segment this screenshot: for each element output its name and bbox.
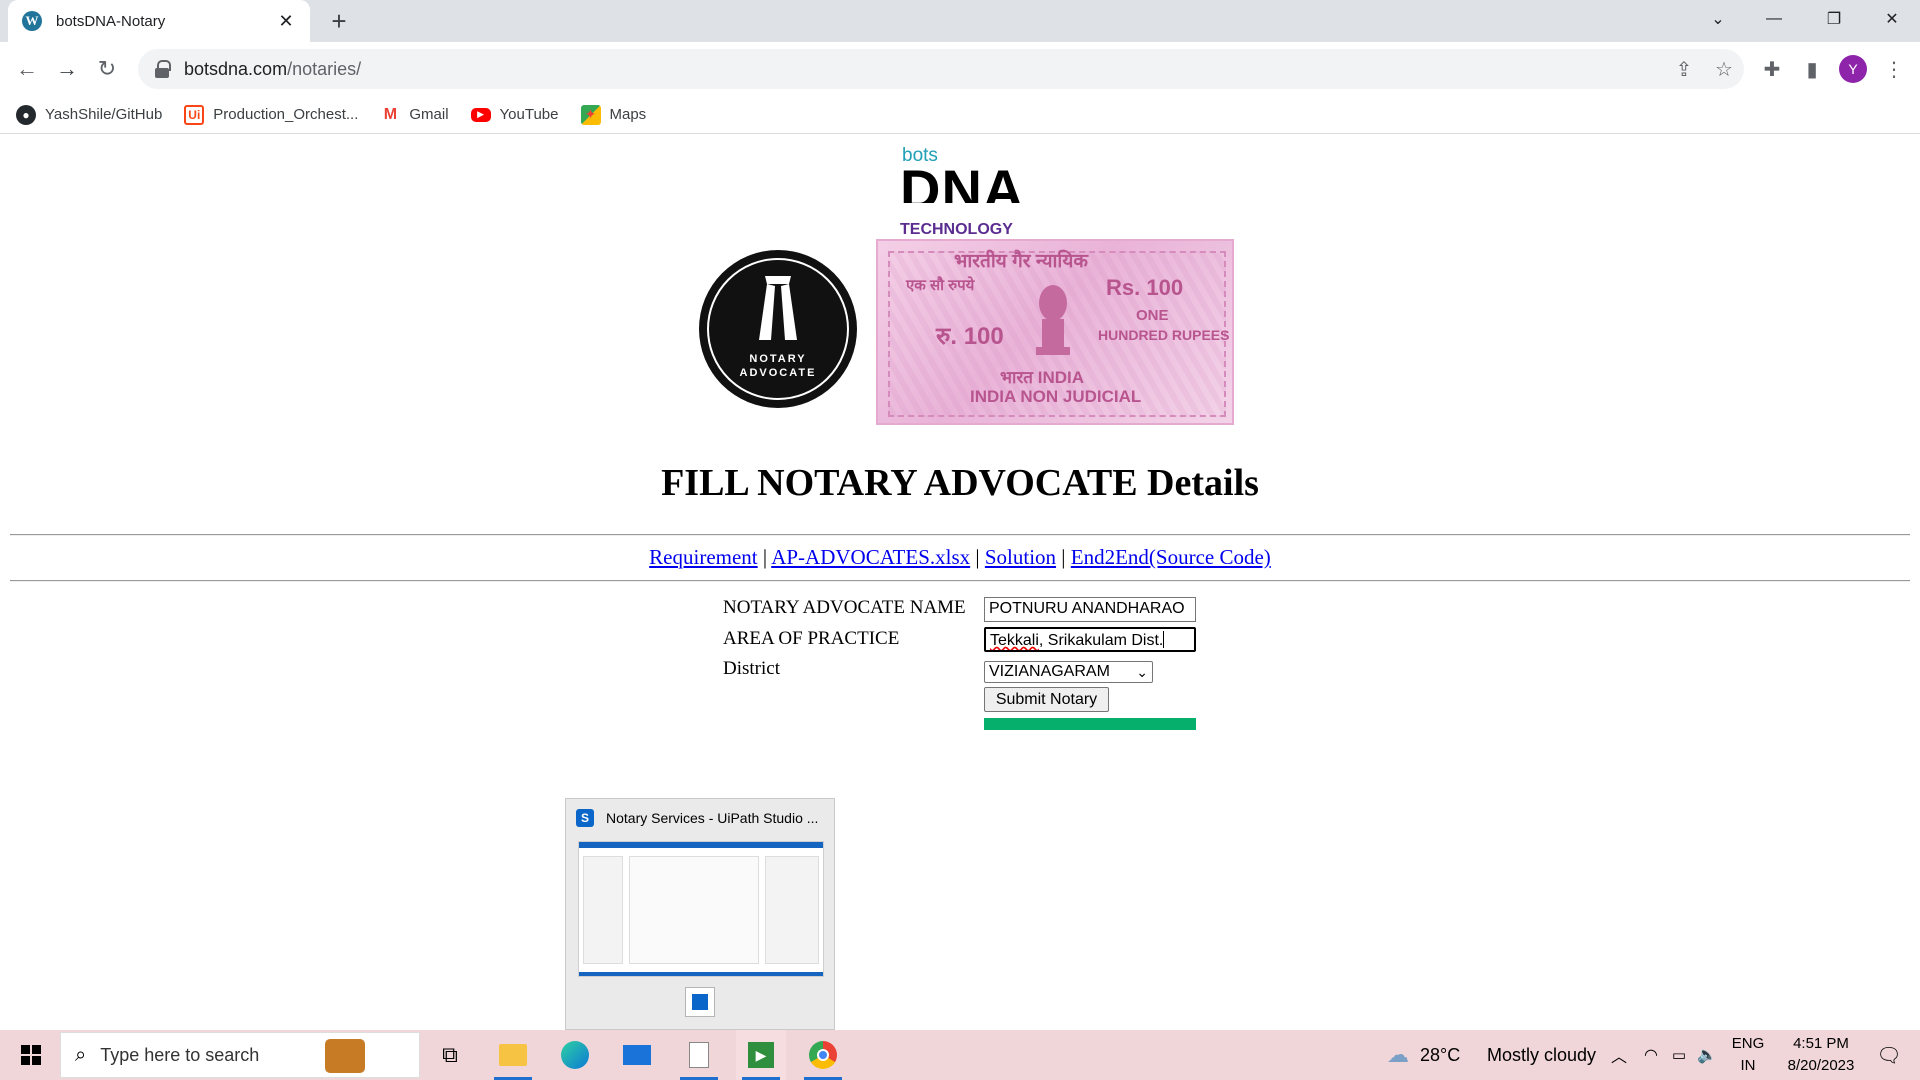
solution-link[interactable]: Solution xyxy=(985,545,1056,569)
bookmark-youtube[interactable]: ▶ YouTube xyxy=(470,106,559,123)
notification-icon[interactable]: 🗨 xyxy=(1864,1030,1914,1080)
bookmarks-bar: ● YashShile/GitHub Ui Production_Orchest… xyxy=(0,96,1920,134)
district-select[interactable]: VIZIANAGARAM ⌄ xyxy=(984,661,1153,683)
lock-icon[interactable] xyxy=(154,60,171,78)
browser-toolbar: ← → ↻ botsdna.com/notaries/ ⇪ ☆ ✚ ▮ Y ⋮ xyxy=(0,42,1920,96)
briefcase-icon xyxy=(325,1039,365,1073)
browser-tab[interactable]: W botsDNA-Notary ✕ xyxy=(8,0,310,42)
notary-name-input[interactable]: POTNURU ANANDHARAO xyxy=(984,597,1196,622)
tab-search-chevron-icon[interactable]: ⌄ xyxy=(1690,0,1746,38)
window-close-button[interactable]: ✕ xyxy=(1864,0,1920,38)
github-icon: ● xyxy=(16,104,36,125)
taskbar-search-box[interactable]: ⌕ Type here to search xyxy=(60,1032,420,1078)
start-windows-icon[interactable] xyxy=(8,1030,54,1080)
text-caret xyxy=(1163,631,1165,648)
edge-icon[interactable] xyxy=(550,1030,600,1080)
extensions-puzzle-icon[interactable]: ✚ xyxy=(1757,54,1787,84)
area-of-practice-input[interactable]: Tekkali, Srikakulam Dist. xyxy=(984,627,1196,652)
forward-arrow-icon[interactable]: → xyxy=(52,54,82,84)
language-indicator[interactable]: ENG xyxy=(1728,1035,1768,1052)
wordpress-icon: W xyxy=(22,11,42,31)
divider xyxy=(10,580,1910,582)
chrome-icon[interactable] xyxy=(798,1030,848,1080)
bookmark-github[interactable]: ● YashShile/GitHub xyxy=(16,104,162,125)
divider xyxy=(10,534,1910,536)
weather-description[interactable]: Mostly cloudy xyxy=(1487,1045,1596,1066)
bookmark-maps[interactable]: ✦ Maps xyxy=(580,104,646,125)
bookmark-production-orchestrator[interactable]: Ui Production_Orchest... xyxy=(184,104,358,125)
notary-advocate-badge: NOTARY ADVOCATE xyxy=(701,252,855,406)
language-region[interactable]: IN xyxy=(1728,1057,1768,1074)
menu-kebab-icon[interactable]: ⋮ xyxy=(1879,54,1909,84)
page-content: bots DNA TECHNOLOGY NOTARY ADVOCATE भारत… xyxy=(0,135,1920,1030)
area-of-practice-label: AREA OF PRACTICE xyxy=(723,628,900,649)
resource-links: Requirement | AP-ADVOCATES.xlsx | Soluti… xyxy=(649,545,1271,569)
clock-time[interactable]: 4:51 PM xyxy=(1776,1035,1866,1052)
stamp-paper-image: भारतीय गैर न्यायिक एक सौ रुपये Rs. 100 र… xyxy=(876,239,1234,425)
gmail-icon: M xyxy=(383,105,398,123)
clock-date[interactable]: 8/20/2023 xyxy=(1776,1057,1866,1074)
back-arrow-icon[interactable]: ← xyxy=(12,54,42,84)
volume-icon[interactable]: 🔈 xyxy=(1692,1030,1722,1080)
district-label: District xyxy=(723,658,780,679)
share-icon[interactable]: ⇪ xyxy=(1664,49,1704,89)
youtube-icon: ▶ xyxy=(470,107,491,122)
chevron-down-icon: ⌄ xyxy=(1136,663,1148,680)
task-view-icon[interactable]: ⧉ xyxy=(428,1030,472,1080)
address-bar[interactable]: botsdna.com/notaries/ ⇪ ☆ xyxy=(138,49,1744,89)
minimize-button[interactable]: — xyxy=(1746,0,1802,38)
new-tab-button[interactable]: + xyxy=(324,6,354,36)
advocate-band-icon xyxy=(759,276,797,340)
restore-button[interactable]: ❐ xyxy=(1806,0,1862,38)
mail-icon[interactable] xyxy=(612,1030,662,1080)
search-icon: ⌕ xyxy=(75,1043,87,1066)
uipath-icon: Ui xyxy=(184,104,205,125)
notary-name-label: NOTARY ADVOCATE NAME xyxy=(723,597,966,618)
windows-taskbar: ⌕ Type here to search ⧉ ▶ ☁ 28°C Mostly … xyxy=(0,1030,1920,1080)
url-text[interactable]: botsdna.com/notaries/ xyxy=(184,59,1664,80)
network-icon[interactable]: ◠ xyxy=(1636,1030,1666,1080)
progress-bar xyxy=(984,718,1196,730)
uipath-studio-icon: S xyxy=(576,809,594,827)
stop-button[interactable] xyxy=(685,987,715,1017)
taskbar-thumbnail-popup[interactable]: S Notary Services - UiPath Studio ... xyxy=(565,798,835,1030)
weather-temperature[interactable]: 28°C xyxy=(1420,1045,1460,1066)
side-panel-icon[interactable]: ▮ xyxy=(1797,54,1827,84)
profile-avatar[interactable]: Y xyxy=(1839,55,1867,83)
bookmark-star-icon[interactable]: ☆ xyxy=(1704,49,1744,89)
end2end-source-code-link[interactable]: End2End(Source Code) xyxy=(1071,545,1271,569)
maps-icon: ✦ xyxy=(580,104,601,125)
reload-icon[interactable]: ↻ xyxy=(92,54,122,84)
window-preview[interactable] xyxy=(578,841,824,977)
uipath-studio-taskbar-icon[interactable]: ▶ xyxy=(736,1030,786,1080)
file-explorer-icon[interactable] xyxy=(488,1030,538,1080)
notepad-icon[interactable] xyxy=(674,1030,724,1080)
bookmark-gmail[interactable]: M Gmail xyxy=(380,105,449,125)
stop-icon xyxy=(692,994,708,1010)
submit-notary-button[interactable]: Submit Notary xyxy=(984,687,1109,712)
page-title: FILL NOTARY ADVOCATE Details xyxy=(661,462,1259,504)
battery-icon[interactable]: ▭ xyxy=(1664,1030,1694,1080)
chevron-up-icon[interactable]: ︿ xyxy=(1604,1030,1634,1080)
botsdna-logo[interactable]: bots DNA TECHNOLOGY xyxy=(900,145,1023,238)
browser-tabstrip: W botsDNA-Notary ✕ + ⌄ — ❐ ✕ xyxy=(0,0,1920,42)
progress-bar-fill xyxy=(984,718,1196,730)
tab-title: botsDNA-Notary xyxy=(56,12,166,30)
national-emblem-icon xyxy=(1036,285,1070,355)
ap-advocates-xlsx-link[interactable]: AP-ADVOCATES.xlsx xyxy=(771,545,970,569)
requirement-link[interactable]: Requirement xyxy=(649,545,757,569)
weather-cloud-icon[interactable]: ☁ xyxy=(1380,1030,1416,1080)
close-icon[interactable]: ✕ xyxy=(276,11,296,31)
thumbnail-title: Notary Services - UiPath Studio ... xyxy=(606,810,819,826)
